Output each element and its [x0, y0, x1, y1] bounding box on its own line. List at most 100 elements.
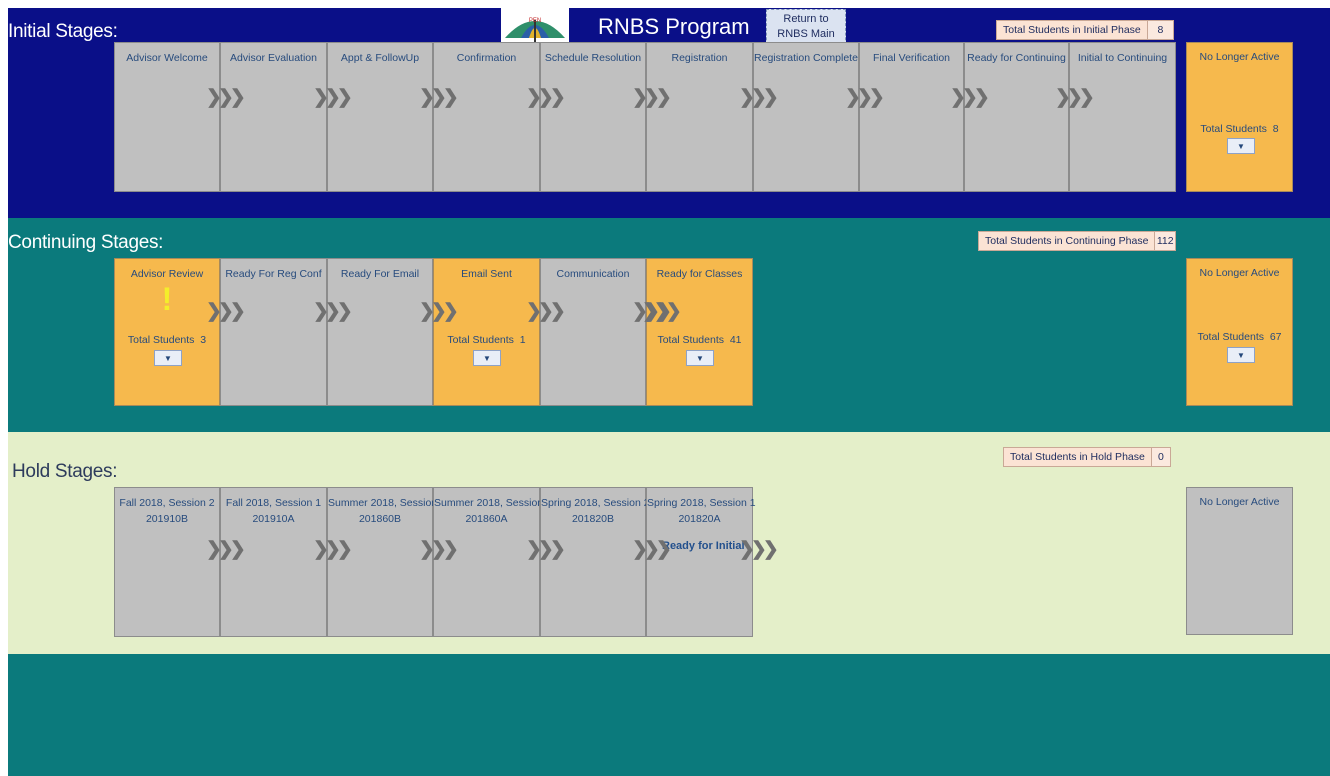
chevron-right-icon: ❯❯❯: [526, 87, 566, 108]
initial-total-value: 8: [1146, 21, 1173, 39]
footer-band: [8, 654, 1330, 776]
stage-code-label: 201820B: [571, 513, 615, 525]
stage-total-students: Total Students 3: [127, 334, 207, 346]
chevron-right-icon: ❯❯❯: [313, 539, 353, 560]
chevron-right-icon: ❯❯❯: [642, 301, 682, 322]
chevron-right-icon: ❯❯❯: [950, 87, 990, 108]
chevron-down-icon: ▼: [1237, 350, 1245, 360]
stage-name-label: Communication: [556, 268, 630, 280]
chevron-right-icon: ❯❯❯: [419, 87, 459, 108]
initial-stage-card[interactable]: Confirmation: [433, 42, 540, 192]
hold-stage-card[interactable]: Summer 2018, Session 1 201860A: [433, 487, 552, 637]
nla-dropdown-button[interactable]: ▼: [1227, 347, 1255, 363]
continuing-stage-card[interactable]: Ready For Email: [327, 258, 433, 406]
chevron-right-icon: ❯❯❯: [632, 87, 672, 108]
chevron-down-icon: ▼: [696, 353, 704, 363]
page-title: RNBS Program: [598, 14, 750, 39]
continuing-stage-card[interactable]: Ready for Classes Total Students 41 ▼: [646, 258, 753, 406]
stage-name-label: Advisor Evaluation: [230, 52, 317, 64]
stage-name-label: Final Verification: [872, 52, 951, 64]
chevron-right-icon: ❯❯❯: [845, 87, 885, 108]
initial-stage-card[interactable]: Registration: [646, 42, 753, 192]
hold-no-longer-active: No Longer Active: [1186, 487, 1293, 635]
stage-total-students: Total Students 41: [657, 334, 742, 346]
initial-total-box: Total Students in Initial Phase 8: [996, 20, 1174, 40]
stage-name-label: Summer 2018, Session 1: [434, 497, 552, 509]
initial-stage-card[interactable]: Initial to Continuing: [1069, 42, 1176, 192]
initial-stage-card[interactable]: Final Verification: [859, 42, 964, 192]
chevron-right-icon: ❯❯❯: [313, 87, 353, 108]
continuing-no-longer-active: No Longer Active Total Students 67 ▼: [1186, 258, 1293, 406]
chevron-right-icon: ❯❯❯: [526, 539, 566, 560]
initial-stage-card[interactable]: Ready for Continuing: [964, 42, 1069, 192]
stage-dropdown-button[interactable]: ▼: [686, 350, 714, 366]
initial-stage-card[interactable]: Advisor Evaluation: [220, 42, 327, 192]
stage-code-label: 201820A: [678, 513, 721, 525]
svg-text:PEN: PEN: [529, 18, 541, 24]
hold-stage-card[interactable]: Spring 2018, Session 1 201820A: [646, 487, 756, 637]
initial-stage-card[interactable]: Appt & FollowUp: [327, 42, 433, 192]
stage-name-label: Ready for Classes: [656, 268, 743, 280]
hold-stage-card[interactable]: Fall 2018, Session 1 201910A: [220, 487, 327, 637]
continuing-stage-card[interactable]: Email Sent Total Students 1 ▼: [433, 258, 540, 406]
chevron-right-icon: ❯❯❯: [206, 87, 246, 108]
continuing-total-value: 112: [1154, 232, 1175, 250]
initial-total-label: Total Students in Initial Phase: [1003, 24, 1141, 36]
chevron-right-icon: ❯❯❯: [739, 539, 779, 560]
continuing-stage-card[interactable]: Communication: [540, 258, 646, 406]
initial-stage-card[interactable]: Advisor Welcome: [114, 42, 220, 192]
nla-label: No Longer Active: [1199, 267, 1280, 279]
stage-name-label: Registration: [671, 52, 728, 64]
chevron-right-icon: ❯❯❯: [419, 301, 459, 322]
stage-name-label: Summer 2018, Session 2: [328, 497, 446, 509]
stage-name-label: Ready For Email: [340, 268, 420, 280]
return-main-button[interactable]: Return to RNBS Main: [766, 9, 846, 45]
chevron-right-icon: ❯❯❯: [419, 539, 459, 560]
stage-name-label: Confirmation: [456, 52, 517, 64]
umbrella-logo-icon: PEN: [505, 18, 565, 42]
chevron-right-icon: ❯❯❯: [1055, 87, 1095, 108]
initial-stages-title: Initial Stages:: [8, 21, 118, 42]
chevron-right-icon: ❯❯❯: [206, 301, 246, 322]
initial-no-longer-active: No Longer Active Total Students 8 ▼: [1186, 42, 1293, 192]
hold-stages-title: Hold Stages:: [12, 461, 118, 482]
nla-dropdown-button[interactable]: ▼: [1227, 138, 1255, 154]
stage-dropdown-button[interactable]: ▼: [473, 350, 501, 366]
hold-total-box: Total Students in Hold Phase 0: [1003, 447, 1171, 467]
continuing-stage-card[interactable]: Ready For Reg Conf: [220, 258, 327, 406]
continuing-total-box: Total Students in Continuing Phase 112: [978, 231, 1176, 251]
hold-stage-card[interactable]: Summer 2018, Session 2 201860B: [327, 487, 446, 637]
stage-code-label: 201860A: [465, 513, 508, 525]
initial-stage-card[interactable]: Registration Complete: [753, 42, 859, 192]
chevron-down-icon: ▼: [164, 353, 172, 363]
stage-name-label: Registration Complete: [754, 52, 858, 64]
warning-icon: !: [161, 281, 173, 317]
hold-stage-card[interactable]: Fall 2018, Session 2 201910B: [114, 487, 220, 637]
stage-code-label: 201910B: [145, 513, 189, 525]
stage-name-label: Fall 2018, Session 2: [119, 497, 215, 509]
chevron-right-icon: ❯❯❯: [632, 539, 672, 560]
stage-name-label: Spring 2018, Session 2: [541, 497, 650, 509]
hold-stage-card[interactable]: Spring 2018, Session 2 201820B: [540, 487, 650, 637]
stage-name-label: Schedule Resolution: [544, 52, 642, 64]
stage-name-label: Spring 2018, Session 1: [647, 497, 756, 509]
logo: PEN: [501, 8, 569, 44]
stage-code-label: 201860B: [358, 513, 402, 525]
chevron-right-icon: ❯❯❯: [206, 539, 246, 560]
nla-total-students: Total Students 8: [1200, 123, 1279, 135]
stage-name-label: Appt & FollowUp: [340, 52, 420, 64]
nla-label: No Longer Active: [1199, 51, 1280, 63]
stage-total-students: Total Students 1: [447, 334, 526, 346]
chevron-down-icon: ▼: [1237, 141, 1245, 151]
stage-name-label: Email Sent: [461, 268, 512, 280]
ready-for-initial-label: Ready for Initial: [662, 540, 745, 552]
initial-stage-card[interactable]: Schedule Resolution: [540, 42, 646, 192]
stage-dropdown-button[interactable]: ▼: [154, 350, 182, 366]
stage-code-label: 201910A: [252, 513, 295, 525]
continuing-stage-card[interactable]: Advisor Review! Total Students 3 ▼: [114, 258, 220, 406]
stage-name-label: Advisor Review: [130, 268, 204, 280]
stage-name-label: Ready for Continuing: [967, 52, 1066, 64]
nla-label: No Longer Active: [1199, 496, 1280, 508]
stage-name-label: Advisor Welcome: [126, 52, 208, 64]
hold-total-label: Total Students in Hold Phase: [1010, 451, 1145, 463]
